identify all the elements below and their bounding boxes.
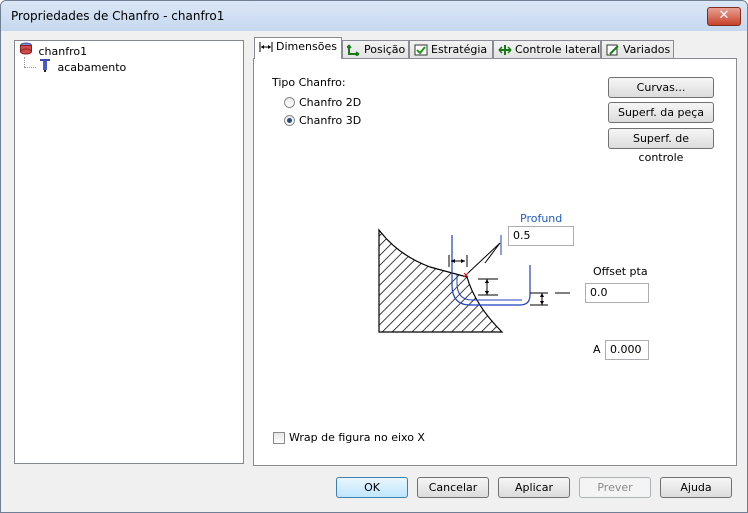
tab-estrategia[interactable]: Estratégia <box>409 40 493 58</box>
tree-connector <box>24 67 36 68</box>
superf-controle-button[interactable]: Superf. de controle <box>608 128 714 164</box>
tab-dimensoes[interactable]: Dimensões <box>254 37 342 59</box>
offset-pta-field[interactable]: 0.0 <box>585 283 649 303</box>
close-button[interactable]: ✕ <box>707 7 741 26</box>
tree-item-chanfro1[interactable]: chanfro1 <box>19 42 90 61</box>
ok-button[interactable]: OK <box>336 477 408 498</box>
tree-connector <box>24 57 25 67</box>
aplicar-button[interactable]: Aplicar <box>498 477 570 498</box>
offset-pta-label: Offset pta <box>593 265 648 278</box>
strategy-icon <box>414 44 428 56</box>
tree-item-label: acabamento <box>57 60 127 74</box>
operation-tree[interactable]: chanfro1 acabamento <box>14 40 244 464</box>
radio-chanfro-2d-label[interactable]: Chanfro 2D <box>299 96 361 109</box>
tab-label: Dimensões <box>276 40 337 53</box>
wrap-checkbox-label[interactable]: Wrap de figura no eixo X <box>289 431 425 444</box>
cancelar-button[interactable]: Cancelar <box>417 477 489 498</box>
chamfer-operation-icon <box>19 42 33 61</box>
curvas-button[interactable]: Curvas... <box>608 77 714 98</box>
a-field[interactable]: 0.000 <box>605 340 649 360</box>
wrap-checkbox[interactable] <box>273 432 285 444</box>
radio-chanfro-2d[interactable] <box>284 97 295 108</box>
tab-label: Controle lateral <box>515 43 601 56</box>
prever-button[interactable]: Prever <box>579 477 651 498</box>
tree-item-label: chanfro1 <box>36 44 90 58</box>
a-label: A <box>593 343 601 356</box>
position-icon <box>346 44 361 57</box>
title-bar[interactable]: Propriedades de Chanfro - chanfro1 ✕ <box>1 1 747 31</box>
lateral-control-icon <box>498 44 512 56</box>
profund-field[interactable]: 0.5 <box>508 226 574 246</box>
superf-peca-button[interactable]: Superf. da peça <box>608 102 714 123</box>
tool-icon <box>38 58 52 77</box>
misc-icon <box>606 44 620 56</box>
tree-item-acabamento[interactable]: acabamento <box>38 58 128 74</box>
tab-label: Estratégia <box>431 43 488 56</box>
tipo-chanfro-label: Tipo Chanfro: <box>272 76 346 89</box>
radio-chanfro-3d-label[interactable]: Chanfro 3D <box>299 114 361 127</box>
tab-controle-lateral[interactable]: Controle lateral <box>493 40 601 58</box>
radio-chanfro-3d[interactable] <box>284 115 295 126</box>
profund-label: Profund <box>520 212 563 225</box>
tab-variados[interactable]: Variados <box>601 40 674 58</box>
dimension-arrows-icon <box>259 41 273 53</box>
tab-posicao[interactable]: Posição <box>342 40 409 58</box>
window-title: Propriedades de Chanfro - chanfro1 <box>11 9 225 23</box>
tab-label: Variados <box>623 43 671 56</box>
tab-label: Posição <box>364 43 406 56</box>
ajuda-button[interactable]: Ajuda <box>660 477 732 498</box>
